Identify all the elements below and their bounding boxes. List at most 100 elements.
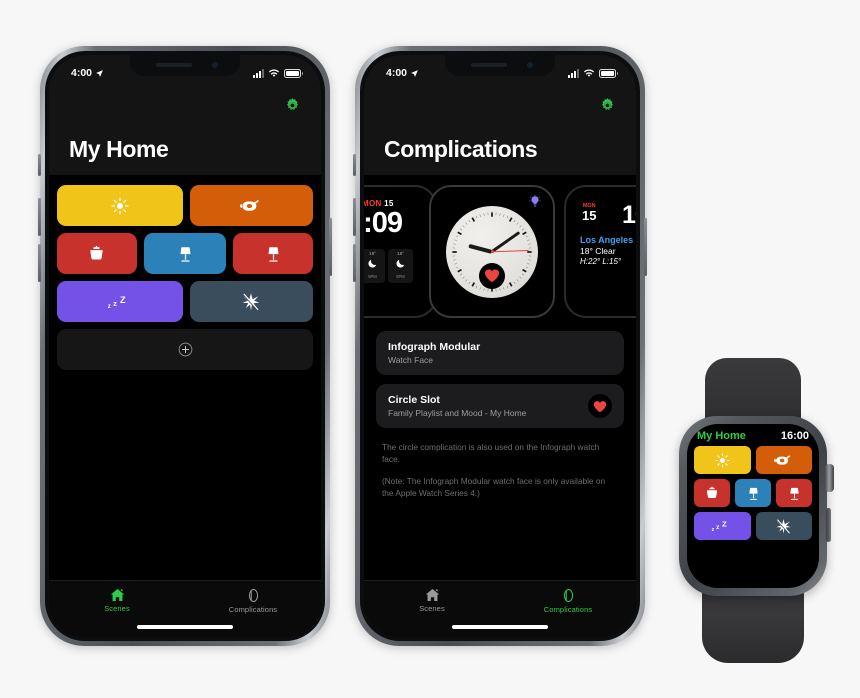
volume-up-button[interactable] bbox=[38, 198, 41, 236]
watch-scene-tile-good-morning[interactable] bbox=[694, 446, 751, 474]
infograph-modular-watch-face-preview[interactable]: MON 15 10 Los Angeles 18° Clear H:22° L:… bbox=[564, 185, 636, 318]
heart-icon bbox=[484, 269, 500, 283]
wifi-icon bbox=[584, 68, 594, 77]
helper-text: The circle complication is also used on … bbox=[376, 437, 624, 513]
complication-ring-icon bbox=[563, 588, 573, 603]
gear-icon[interactable] bbox=[284, 97, 301, 114]
add-scene-button[interactable] bbox=[57, 329, 313, 370]
imodular-date: MON 15 bbox=[582, 203, 596, 222]
watch-header: My Home 16:00 bbox=[694, 430, 812, 446]
status-time: 4:00 bbox=[386, 67, 408, 79]
scene-tile-coffee[interactable] bbox=[189, 185, 313, 226]
list-item-title: Circle Slot bbox=[388, 394, 440, 406]
tab-label-complications: Complications bbox=[543, 605, 593, 614]
watch-scene-tile-good-night[interactable]: z z Z bbox=[694, 512, 751, 540]
list-item-title: Infograph Modular bbox=[388, 341, 481, 353]
watch-scene-tile-living-lamp[interactable] bbox=[735, 479, 771, 507]
watch-scene-tile-coffee[interactable] bbox=[755, 446, 812, 474]
volume-down-button[interactable] bbox=[38, 244, 41, 282]
battery-icon bbox=[284, 68, 303, 78]
watch-scene-row bbox=[694, 446, 812, 474]
complication-list: Infograph Modular Watch Face Circle Slot… bbox=[364, 331, 636, 513]
forecast-temp: 18° bbox=[369, 251, 376, 256]
lightbulb-icon bbox=[529, 194, 541, 214]
svg-text:z: z bbox=[712, 527, 715, 533]
sparkle-off-icon bbox=[243, 292, 260, 312]
modular-watch-face-preview[interactable]: MON 15 0:09 18° 18° 5PM bbox=[364, 185, 437, 318]
power-button[interactable] bbox=[644, 218, 647, 276]
home-indicator[interactable] bbox=[452, 625, 548, 629]
complication-ring-icon bbox=[248, 588, 258, 603]
location-arrow-icon bbox=[411, 69, 418, 77]
scene-row bbox=[57, 233, 314, 274]
watch-app-title: My Home bbox=[697, 430, 746, 442]
list-item-subtitle: Family Playlist and Mood - My Home bbox=[388, 408, 527, 418]
helper-text-line-1: The circle complication is also used on … bbox=[382, 442, 600, 465]
power-button[interactable] bbox=[329, 218, 332, 276]
iphone-bezel-right: Complications 4:00 ON 15 09 18° 5PM 18° … bbox=[360, 51, 640, 641]
forecast-time: 6PM bbox=[396, 274, 405, 279]
forecast-time: 5PM bbox=[368, 274, 377, 279]
svg-text:Z: Z bbox=[722, 520, 727, 529]
imodular-condition: 18° Clear bbox=[580, 246, 616, 256]
sleep-zzz-icon: z z Z bbox=[712, 520, 727, 533]
modular-forecast: 18° 5PM 18° 6PM bbox=[364, 249, 413, 283]
page-title: Complications bbox=[384, 136, 538, 162]
tab-label-scenes: Scenes bbox=[104, 604, 130, 613]
helper-text-line-2: (Note: The Infograph Modular watch face … bbox=[382, 476, 606, 499]
modular-time: 0:09 bbox=[364, 207, 403, 239]
scene-row bbox=[57, 185, 313, 226]
scene-tile-living-lamp[interactable] bbox=[143, 233, 227, 274]
scene-tile-good-morning[interactable] bbox=[57, 185, 183, 226]
list-item-circle-slot[interactable]: Circle Slot Family Playlist and Mood - M… bbox=[376, 384, 624, 428]
watch-side-button[interactable] bbox=[826, 508, 831, 542]
page-title: My Home bbox=[69, 136, 169, 162]
tab-label-complications: Complications bbox=[228, 605, 278, 614]
screenshot-stage: My Home 4:00 z z Z Scenes Complications … bbox=[0, 0, 860, 698]
heart-icon bbox=[593, 400, 607, 412]
home-indicator[interactable] bbox=[137, 625, 233, 629]
forecast-cell: 18° 6PM bbox=[388, 249, 413, 283]
list-item-infograph-modular[interactable]: Infograph Modular Watch Face bbox=[376, 331, 624, 375]
watch-case: My Home 16:00 z z Z bbox=[679, 416, 834, 596]
cellular-bars-icon bbox=[253, 68, 264, 78]
lamp-icon bbox=[180, 246, 190, 262]
watch-screen: My Home 16:00 z z Z bbox=[687, 424, 819, 588]
scenes-grid: z z Z bbox=[49, 177, 321, 370]
status-bar-right: 4:00 bbox=[364, 55, 636, 85]
heart-complication[interactable] bbox=[479, 262, 505, 289]
cellular-bars-icon bbox=[568, 68, 579, 78]
sparkle-off-icon bbox=[776, 518, 791, 535]
gear-icon[interactable] bbox=[599, 97, 616, 114]
scene-tile-cooking[interactable] bbox=[57, 233, 137, 274]
battery-icon bbox=[599, 68, 618, 78]
lamp-icon bbox=[268, 246, 279, 262]
volume-up-button[interactable] bbox=[353, 198, 356, 236]
watch-scene-tile-all-off[interactable] bbox=[755, 512, 812, 540]
iphone-screen-left: My Home 4:00 z z Z Scenes Complications bbox=[49, 55, 321, 637]
watch-scene-tile-bedroom-lamp[interactable] bbox=[776, 479, 812, 507]
scene-tile-bedroom-lamp[interactable] bbox=[233, 233, 314, 274]
volume-down-button[interactable] bbox=[353, 244, 356, 282]
scene-tile-all-off[interactable] bbox=[189, 281, 313, 322]
moon-icon bbox=[396, 259, 405, 268]
status-badge bbox=[588, 394, 612, 418]
infograph-watch-face-preview[interactable] bbox=[429, 185, 555, 318]
pot-icon bbox=[706, 486, 718, 498]
scene-tile-good-night[interactable]: z z Z bbox=[57, 281, 183, 322]
lamp-icon bbox=[789, 487, 799, 500]
teapot-icon bbox=[240, 199, 260, 211]
list-item-subtitle: Watch Face bbox=[388, 355, 434, 365]
iphone-screen-right: Complications 4:00 ON 15 09 18° 5PM 18° … bbox=[364, 55, 636, 637]
tab-label-scenes: Scenes bbox=[419, 604, 445, 613]
watch-face-carousel[interactable]: MON 15 0:09 18° 18° 5PM bbox=[364, 177, 636, 325]
mute-switch[interactable] bbox=[353, 154, 356, 176]
svg-text:z: z bbox=[716, 524, 719, 531]
digital-crown[interactable] bbox=[825, 464, 834, 492]
imodular-highlow: H:22° L:15° bbox=[580, 257, 622, 266]
mute-switch[interactable] bbox=[38, 154, 41, 176]
imodular-weather: Los Angeles 18° Clear H:22° L:15° bbox=[580, 235, 633, 266]
svg-text:z: z bbox=[108, 303, 111, 310]
imodular-time: 10 bbox=[622, 201, 636, 229]
watch-scene-tile-cooking[interactable] bbox=[694, 479, 730, 507]
